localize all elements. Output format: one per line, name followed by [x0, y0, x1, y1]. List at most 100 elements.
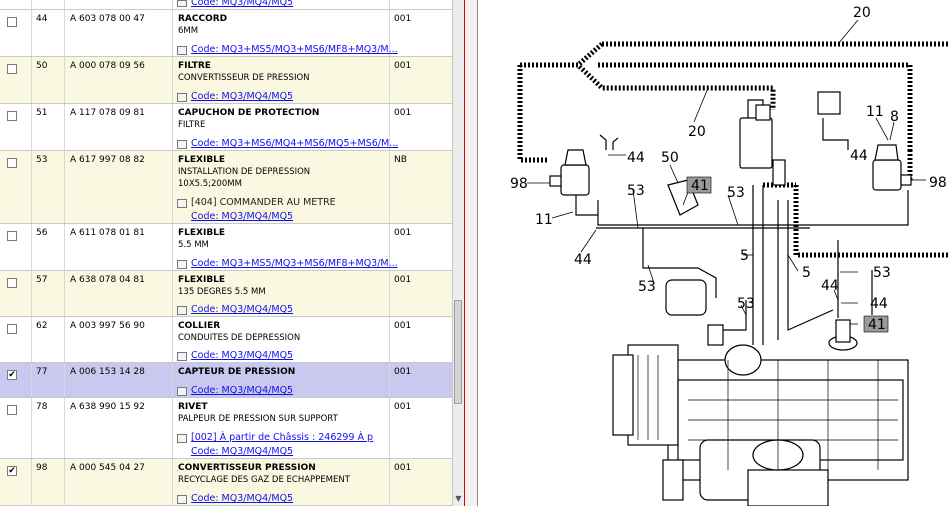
document-icon [177, 199, 187, 208]
part-name: RIVET [178, 402, 208, 412]
callout-11-right: 11 [866, 104, 884, 120]
part-row[interactable]: ✔ 98 A 000 545 04 27 CONVERTISSEUR PRESSION… [0, 459, 452, 506]
row-checkbox[interactable] [7, 17, 17, 27]
part-reference: A 617 997 08 82 [70, 155, 145, 165]
diagram-pane: 20 20 11 8 44 98 44 50 41 53 53 98 11 44… [478, 0, 949, 506]
callout-5-a: 5 [740, 248, 749, 264]
quantity: 001 [394, 14, 412, 24]
row-checkbox[interactable]: ✔ [7, 466, 17, 476]
part-row[interactable]: 50 A 000 078 09 56 FILTRE 001 CONVERTISSEUR … [0, 57, 452, 104]
part-name: FLEXIBLE [178, 228, 226, 238]
callout-44-left-lower: 44 [574, 252, 592, 268]
row-note: [404] COMMANDER AU METRE [191, 197, 336, 208]
document-icon [177, 434, 187, 443]
part-reference: A 638 078 04 81 [70, 275, 145, 285]
row-checkbox[interactable] [7, 158, 17, 168]
part-name: RACCORD [178, 14, 228, 24]
part-row[interactable]: 62 A 003 997 56 90 COLLIER 001 CONDUITES DE … [0, 317, 452, 363]
position-number: 44 [36, 14, 48, 24]
quantity: NB [394, 155, 407, 165]
row-checkbox[interactable] [7, 278, 17, 288]
quantity: 001 [394, 463, 412, 473]
document-icon [177, 0, 187, 7]
part-row[interactable]: 51 A 117 078 09 81 CAPUCHON DE PROTECTION 0… [0, 104, 452, 151]
scrollbar-track[interactable] [452, 0, 464, 506]
part-description: PALPEUR DE PRESSION SUR SUPPORT [178, 414, 338, 424]
code-link[interactable]: Code: MQ3/MQ4/MQ5 [191, 211, 293, 222]
part-row[interactable]: ✔ 77 A 006 153 14 28 CAPTEUR DE PRESSION 001… [0, 363, 452, 398]
document-icon [177, 260, 187, 269]
part-row[interactable]: 53 A 617 997 08 82 FLEXIBLE NB INSTALLATION … [0, 151, 452, 224]
part-row[interactable]: 44 A 603 078 00 47 RACCORD 001 6MM Code: MQ3+… [0, 10, 452, 57]
row-note[interactable]: [002] À partir de Châssis : 246299 À p [191, 432, 373, 443]
position-number: 62 [36, 321, 48, 331]
quantity: 001 [394, 321, 412, 331]
document-icon [177, 352, 187, 361]
callout-41-lower: 41 [868, 317, 886, 333]
part-description: CONDUITES DE DEPRESSION [178, 333, 301, 343]
callout-44-left-upper: 44 [627, 150, 645, 166]
scrollbar-thumb[interactable] [454, 300, 462, 404]
part-name: CAPUCHON DE PROTECTION [178, 108, 320, 118]
callout-41-upper: 41 [691, 178, 709, 194]
scroll-down-button[interactable]: ▼ [453, 493, 464, 505]
partial-row: Code: MQ3/MQ4/MQ5 [0, 0, 452, 10]
part-reference: A 611 078 01 81 [70, 228, 145, 238]
pane-splitter[interactable] [464, 0, 478, 506]
callout-11-left: 11 [535, 212, 553, 228]
part-row[interactable]: 78 A 638 990 15 92 RIVET 001 PALPEUR DE PRES… [0, 398, 452, 459]
position-number: 77 [36, 367, 48, 377]
part-name: FLEXIBLE [178, 275, 226, 285]
callout-53-c: 53 [873, 265, 891, 281]
position-number: 53 [36, 155, 48, 165]
code-link[interactable]: Code: MQ3/MQ4/MQ5 [191, 304, 293, 315]
code-link[interactable]: Code: MQ3/MQ4/MQ5 [191, 385, 293, 396]
quantity: 001 [394, 402, 412, 412]
callout-44-right-lower: 44 [870, 296, 888, 312]
callout-53-a: 53 [627, 183, 645, 199]
row-checkbox[interactable] [7, 111, 17, 121]
quantity: 001 [394, 275, 412, 285]
callout-98-right: 98 [929, 175, 947, 191]
part-reference: A 003 997 56 90 [70, 321, 145, 331]
part-description: 135 DEGRES 5.5 MM [178, 287, 266, 297]
position-number: 57 [36, 275, 48, 285]
part-description: 5.5 MM [178, 240, 209, 250]
callout-20-mid: 20 [688, 124, 706, 140]
code-link[interactable]: Code: MQ3+MS5/MQ3+MS6/MF8+MQ3/M... [191, 258, 398, 269]
part-reference: A 000 545 04 27 [70, 463, 145, 473]
code-link[interactable]: Code: MQ3/MQ4/MQ5 [191, 91, 293, 102]
callout-50: 50 [661, 150, 679, 166]
document-icon [177, 46, 187, 55]
row-checkbox[interactable]: ✔ [7, 370, 17, 380]
quantity: 001 [394, 61, 412, 71]
row-checkbox[interactable] [7, 324, 17, 334]
row-checkbox[interactable] [7, 405, 17, 415]
part-name: FLEXIBLE [178, 155, 226, 165]
row-checkbox[interactable] [7, 231, 17, 241]
code-link[interactable]: Code: MQ3/MQ4/MQ5 [191, 350, 293, 361]
part-reference: A 006 153 14 28 [70, 367, 145, 377]
parts-list: Code: MQ3/MQ4/MQ5 44 A 603 078 00 47 RACCO… [0, 0, 452, 506]
code-link[interactable]: Code: MQ3+MS5/MQ3+MS6/MF8+MQ3/M... [191, 44, 398, 55]
part-row[interactable]: 57 A 638 078 04 81 FLEXIBLE 001 135 DEGRES 5… [0, 271, 452, 317]
part-description: RECYCLAGE DES GAZ DE ECHAPPEMENT [178, 475, 350, 485]
code-link[interactable]: Code: MQ3/MQ4/MQ5 [191, 0, 293, 8]
part-description: FILTRE [178, 120, 206, 130]
callout-44-right-upper: 44 [850, 148, 868, 164]
document-icon [177, 495, 187, 504]
code-link[interactable]: Code: MQ3/MQ4/MQ5 [191, 446, 293, 457]
part-name: CAPTEUR DE PRESSION [178, 367, 296, 377]
code-link[interactable]: Code: MQ3+MS6/MQ4+MS6/MQ5+MS6/M... [191, 138, 398, 149]
row-checkbox[interactable] [7, 64, 17, 74]
part-name: COLLIER [178, 321, 221, 331]
document-icon [177, 306, 187, 315]
callout-53-b: 53 [727, 185, 745, 201]
position-number: 51 [36, 108, 48, 118]
vacuum-system-diagram: 20 20 11 8 44 98 44 50 41 53 53 98 11 44… [510, 5, 949, 506]
part-name: CONVERTISSEUR PRESSION [178, 463, 316, 473]
quantity: 001 [394, 367, 412, 377]
document-icon [177, 387, 187, 396]
part-row[interactable]: 56 A 611 078 01 81 FLEXIBLE 001 5.5 MM Code: … [0, 224, 452, 271]
code-link[interactable]: Code: MQ3/MQ4/MQ5 [191, 493, 293, 504]
